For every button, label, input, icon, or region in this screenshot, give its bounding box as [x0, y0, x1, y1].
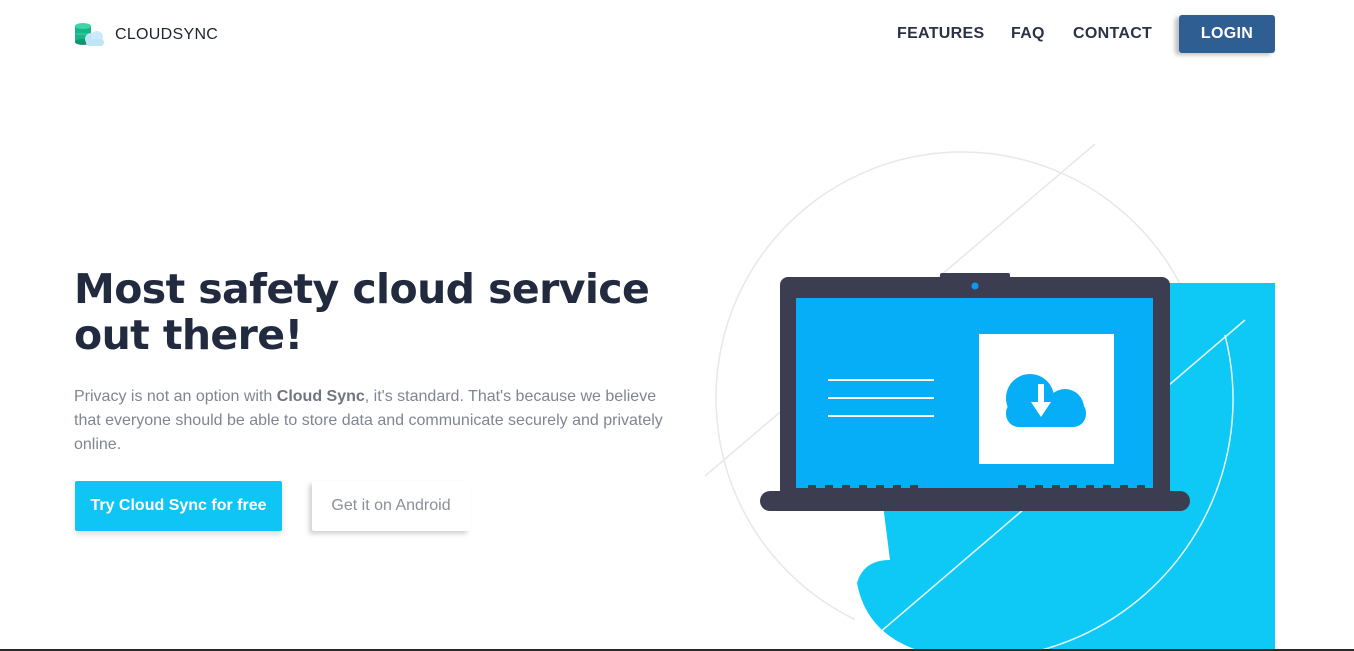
- hero-text-brand: Cloud Sync: [276, 388, 365, 405]
- laptop-icon: [760, 273, 1190, 511]
- hero-illustration: [700, 130, 1320, 651]
- database-cloud-icon: [74, 22, 106, 48]
- page-scrollbar[interactable]: [1348, 0, 1354, 651]
- hero-title: Most safety cloud service out there!: [74, 265, 650, 359]
- nav-faq[interactable]: FAQ: [1011, 25, 1045, 43]
- hero-description: Privacy is not an option with Cloud Sync…: [74, 385, 664, 457]
- nav-contact[interactable]: CONTACT: [1073, 25, 1152, 43]
- android-button[interactable]: Get it on Android: [312, 481, 470, 531]
- brand-logo[interactable]: CLOUDSYNC: [74, 22, 218, 48]
- hero-text-start: Privacy is not an option with: [74, 388, 277, 405]
- nav-features[interactable]: FEATURES: [897, 25, 984, 43]
- login-button[interactable]: LOGIN: [1179, 15, 1275, 53]
- site-header: CLOUDSYNC FEATURES FAQ CONTACT LOGIN: [0, 0, 1354, 70]
- try-free-button[interactable]: Try Cloud Sync for free: [75, 481, 282, 531]
- brand-name: CLOUDSYNC: [115, 26, 219, 43]
